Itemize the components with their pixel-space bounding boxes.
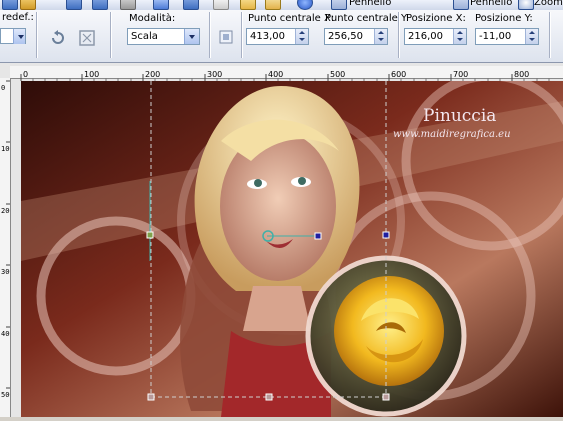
mode-select[interactable]: Scala (127, 28, 200, 45)
ruler-label: 0 (23, 70, 28, 79)
reset-rotate-icon (52, 30, 64, 44)
pos-y-input[interactable]: -11,00 (475, 28, 539, 45)
center-x-value: 413,00 (250, 31, 285, 42)
paste-layer-icon[interactable] (265, 0, 281, 10)
apply-icon (79, 30, 95, 46)
transform-option-button[interactable] (215, 26, 237, 48)
paste-icon[interactable] (240, 0, 256, 10)
ruler-ticks: 0 100 200 300 400 500 (1, 80, 14, 399)
mode-label: Modalità: (129, 13, 176, 24)
yellow-rose (334, 276, 444, 386)
open-folder-icon[interactable] (20, 0, 36, 10)
chevron-down-icon (184, 29, 199, 44)
stepper-icon[interactable] (453, 29, 466, 44)
zoom-icon[interactable] (518, 0, 534, 10)
reset-button[interactable] (47, 27, 69, 49)
transform-handle[interactable] (382, 231, 390, 239)
pos-y-label: Posizione Y: (475, 13, 533, 24)
save-as-icon[interactable] (92, 0, 108, 10)
tool-options-bar: redef.: Modalità: Scala Punto centrale X… (0, 10, 563, 63)
redo-icon[interactable] (183, 0, 199, 10)
transform-icon (219, 30, 233, 44)
ruler-label: 300 (1, 268, 10, 276)
center-x-label: Punto centrale X: (248, 13, 335, 24)
separator (398, 12, 399, 58)
pos-y-value: -11,00 (479, 31, 512, 42)
brush-2-menu-label[interactable]: Pennello (470, 0, 512, 9)
preset-dropdown[interactable] (0, 28, 26, 44)
signature-url: www.maidiregrafica.eu (393, 129, 511, 140)
separator (110, 12, 111, 58)
ruler-label: 500 (1, 391, 10, 399)
transform-handle[interactable] (382, 393, 390, 401)
separator (209, 12, 210, 58)
save-icon[interactable] (66, 0, 82, 10)
brush-icon[interactable] (331, 0, 347, 10)
ruler-label: 600 (391, 70, 406, 79)
ruler-label: 800 (514, 70, 529, 79)
ruler-label: 400 (268, 70, 283, 79)
preset-label: redef.: (2, 12, 34, 23)
ruler-label: 0 (1, 84, 5, 92)
apply-button[interactable] (76, 27, 98, 49)
ruler-label: 700 (453, 70, 468, 79)
zoom-menu-label[interactable]: Zoom (534, 0, 563, 9)
image-canvas[interactable]: Pinuccia www.maidiregrafica.eu (21, 81, 563, 417)
artwork: Pinuccia www.maidiregrafica.eu (21, 81, 563, 417)
pos-x-label: Posizione X: (406, 13, 466, 24)
info-icon[interactable] (297, 0, 313, 10)
ruler-label: 500 (330, 70, 345, 79)
rotation-handle[interactable] (314, 232, 322, 240)
signature-title: Pinuccia (423, 106, 496, 126)
center-x-input[interactable]: 413,00 (246, 28, 309, 45)
stepper-icon[interactable] (525, 29, 538, 44)
ruler-label: 200 (145, 70, 160, 79)
center-y-value: 256,50 (328, 31, 363, 42)
ruler-label: 200 (1, 207, 10, 215)
separator (241, 12, 242, 58)
new-file-icon[interactable] (2, 0, 18, 10)
stepper-icon[interactable] (374, 29, 387, 44)
print-icon[interactable] (120, 0, 136, 10)
copy-icon[interactable] (213, 0, 229, 10)
ruler-ticks: 0 100 200 300 400 500 600 700 800 (20, 70, 550, 81)
vertical-ruler[interactable]: 0 100 200 300 400 500 (0, 78, 14, 417)
ruler-label: 100 (1, 145, 10, 153)
stepper-icon[interactable] (295, 29, 308, 44)
undo-icon[interactable] (153, 0, 169, 10)
mode-value: Scala (131, 31, 158, 42)
horizontal-ruler[interactable]: 0 100 200 300 400 500 600 700 800 (10, 66, 563, 81)
ruler-label: 400 (1, 330, 10, 338)
ruler-label: 300 (207, 70, 222, 79)
brush-2-icon[interactable] (453, 0, 469, 10)
transform-handle[interactable] (265, 393, 273, 401)
transform-handle[interactable] (147, 393, 155, 401)
separator (549, 12, 550, 58)
brush-menu-label[interactable]: Pennello (349, 0, 391, 9)
separator (36, 12, 37, 58)
center-y-input[interactable]: 256,50 (324, 28, 388, 45)
center-y-label: Punto centrale Y: (325, 13, 410, 24)
ruler-label: 100 (84, 70, 99, 79)
transform-handle[interactable] (146, 231, 154, 239)
pos-x-value: 216,00 (408, 31, 443, 42)
pos-x-input[interactable]: 216,00 (404, 28, 467, 45)
